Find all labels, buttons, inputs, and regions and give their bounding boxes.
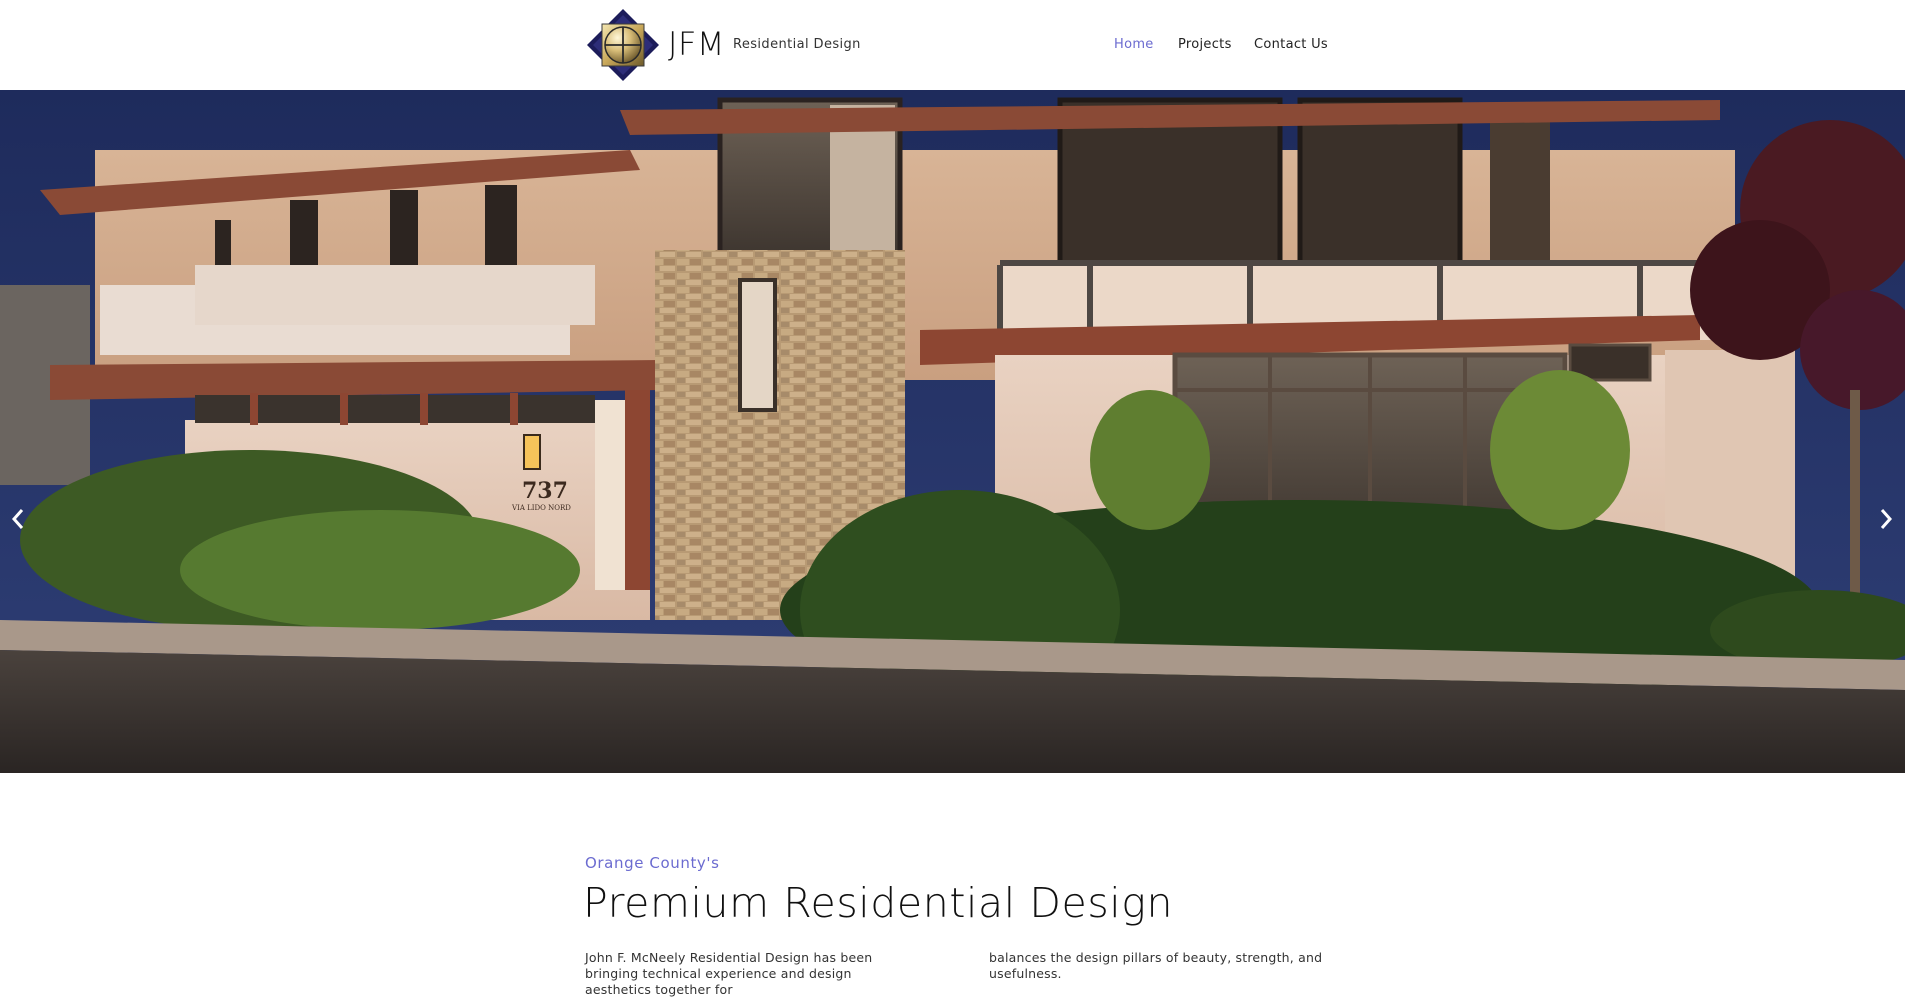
intro-kicker: Orange County's (585, 854, 720, 872)
street-sign: VIA LIDO NORD (511, 504, 571, 512)
hero-slider: 737 VIA LIDO NORD (0, 90, 1905, 773)
chevron-right-icon[interactable] (1876, 504, 1896, 534)
intro-column-2: balances the design pillars of beauty, s… (989, 950, 1323, 981)
brand-name[interactable]: JFM (668, 24, 725, 64)
jfm-logo-icon[interactable] (585, 7, 661, 83)
nav-home-link[interactable]: Home (1114, 36, 1154, 54)
nav-contact-link[interactable]: Contact Us (1254, 36, 1328, 54)
chevron-left-icon[interactable] (8, 504, 28, 534)
intro-headline: Premium Residential Design (583, 879, 1174, 927)
nav-projects-link[interactable]: Projects (1178, 36, 1232, 54)
site-header: JFM Residential Design Home Projects Con… (0, 0, 1905, 90)
house-number: 737 (522, 478, 568, 504)
brand-tagline: Residential Design (733, 37, 861, 52)
hero-house-photo: 737 VIA LIDO NORD (0, 90, 1905, 773)
intro-column-1: John F. McNeely Residential Design has b… (585, 950, 873, 997)
